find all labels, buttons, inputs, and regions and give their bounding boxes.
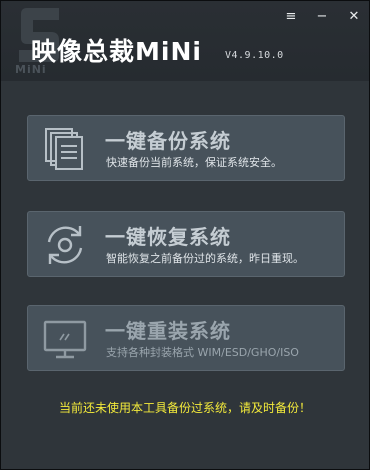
restore-title: 一键恢复系统 [105, 225, 231, 249]
restore-subtitle: 智能恢复之前备份过的系统，昨日重现。 [106, 252, 304, 265]
menu-icon[interactable]: ≡ [281, 8, 301, 26]
reinstall-system-button[interactable]: 一键重装系统 支持各种封装格式 WIM/ESD/GHO/ISO [27, 305, 345, 371]
restore-system-button[interactable]: 一键恢复系统 智能恢复之前备份过的系统，昨日重现。 [27, 211, 345, 277]
app-title: 映像总裁MiNi [31, 37, 202, 66]
monitor-icon [42, 316, 88, 362]
restore-arrows-icon [42, 222, 88, 268]
title-bar[interactable]: MiNi 映像总裁MiNi V4.9.10.0 ≡ − ✕ [1, 1, 369, 81]
app-window: MiNi 映像总裁MiNi V4.9.10.0 ≡ − ✕ 一键备份系统 快速备… [0, 0, 370, 470]
minimize-icon[interactable]: − [312, 8, 332, 26]
app-version: V4.9.10.0 [225, 50, 284, 61]
close-icon[interactable]: ✕ [344, 8, 364, 26]
reinstall-subtitle: 支持各种封装格式 WIM/ESD/GHO/ISO [106, 346, 299, 359]
backup-title: 一键备份系统 [105, 129, 231, 153]
main-panel: 一键备份系统 快速备份当前系统，保证系统安全。 一键恢复系统 智能恢复之前备份过… [1, 81, 369, 469]
status-message: 当前还未使用本工具备份过系统，请及时备份！ [58, 401, 311, 415]
backup-system-button[interactable]: 一键备份系统 快速备份当前系统，保证系统安全。 [27, 115, 345, 181]
backup-subtitle: 快速备份当前系统，保证系统安全。 [106, 156, 282, 169]
backup-pages-icon [42, 126, 88, 172]
reinstall-title: 一键重装系统 [105, 319, 231, 343]
